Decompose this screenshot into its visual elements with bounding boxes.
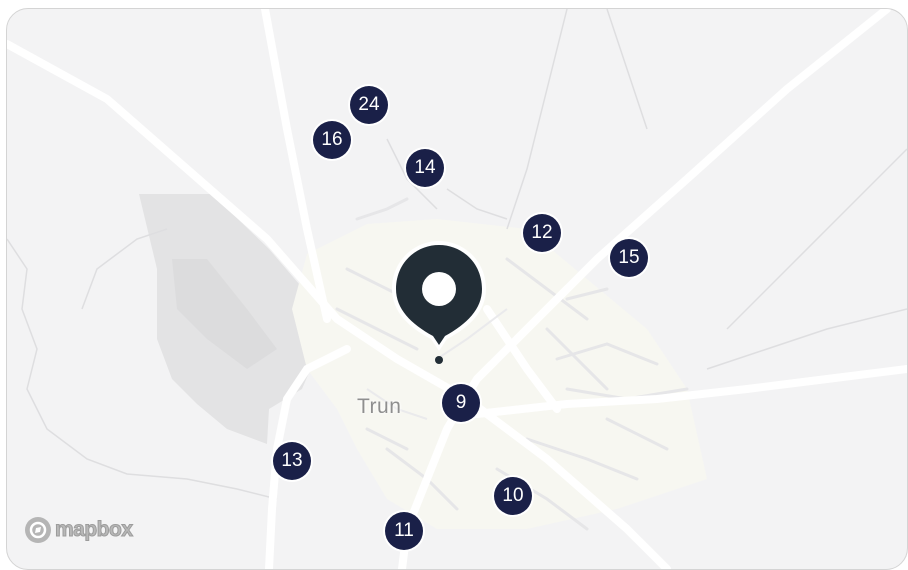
cluster-count: 15 <box>618 247 640 268</box>
cluster-count: 24 <box>358 94 380 115</box>
cluster-count: 12 <box>531 222 553 243</box>
mapbox-mark-icon <box>25 517 51 543</box>
mapbox-logo[interactable]: mapbox <box>25 517 134 543</box>
cluster-count: 14 <box>414 157 436 178</box>
cluster-marker[interactable]: 9 <box>442 384 480 422</box>
cluster-marker[interactable]: 14 <box>406 149 444 187</box>
cluster-count: 9 <box>455 392 467 413</box>
cluster-count: 16 <box>321 129 343 150</box>
location-pin-icon[interactable] <box>387 239 491 369</box>
cluster-marker[interactable]: 16 <box>313 121 351 159</box>
cluster-marker[interactable]: 24 <box>350 86 388 124</box>
mapbox-wordmark: mapbox <box>55 518 134 542</box>
cluster-count: 11 <box>394 520 414 541</box>
map-canvas[interactable]: Trun 24 16 14 12 15 9 13 10 11 mapbox <box>6 8 908 570</box>
cluster-marker[interactable]: 10 <box>494 477 532 515</box>
cluster-marker[interactable]: 15 <box>610 239 648 277</box>
cluster-marker[interactable]: 13 <box>273 442 311 480</box>
cluster-marker[interactable]: 12 <box>523 214 561 252</box>
cluster-marker[interactable]: 11 <box>385 512 423 550</box>
cluster-count: 13 <box>281 450 303 471</box>
place-label-town: Trun <box>357 395 402 418</box>
cluster-count: 10 <box>502 485 524 506</box>
